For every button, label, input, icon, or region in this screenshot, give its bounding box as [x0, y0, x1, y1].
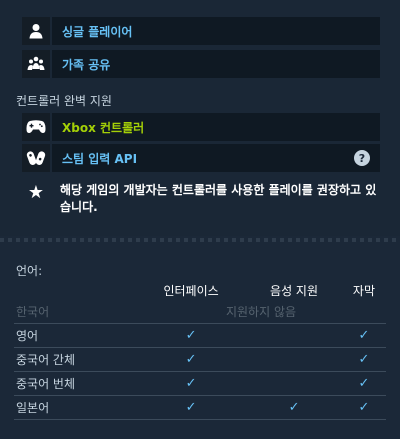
languages-table: 인터페이스 음성 지원 자막 한국어 지원하지 않음 영어 ✓ ✓ 중국어 간체…	[14, 280, 386, 420]
check-icon: ✓	[185, 400, 197, 415]
gamepad-icon	[22, 113, 50, 141]
check-icon: ✓	[358, 376, 370, 391]
feature-xbox-controller[interactable]: Xbox 컨트롤러	[22, 113, 380, 141]
section-divider	[0, 238, 400, 242]
languages-title: 언어:	[16, 264, 43, 278]
header-subtitles: 자막	[352, 283, 375, 298]
check-icon: ✓	[185, 376, 197, 391]
header-audio: 음성 지원	[270, 283, 319, 298]
controller-note-text: 해당 게임의 개발자는 컨트롤러를 사용한 플레이를 권장하고 있습니다.	[60, 183, 377, 214]
language-row: 일본어 ✓ ✓ ✓	[14, 395, 386, 420]
language-row: 영어 ✓ ✓	[14, 323, 386, 348]
language-name: 영어	[14, 323, 136, 348]
single-player-icon	[22, 17, 50, 45]
family-share-icon	[22, 50, 50, 78]
language-row: 한국어 지원하지 않음	[14, 300, 386, 324]
language-name: 한국어	[14, 300, 136, 324]
controller-recommendation: ★ 해당 게임의 개발자는 컨트롤러를 사용한 플레이를 권장하고 있습니다.	[22, 182, 382, 216]
check-icon: ✓	[185, 328, 197, 343]
xbox-controller-label[interactable]: Xbox 컨트롤러	[62, 119, 144, 136]
check-icon: ✓	[288, 400, 300, 415]
check-icon: ✓	[358, 400, 370, 415]
help-icon[interactable]: ?	[354, 150, 370, 166]
language-row: 중국어 번체 ✓ ✓	[14, 371, 386, 396]
language-name: 중국어 간체	[14, 347, 136, 372]
check-icon: ✓	[358, 328, 370, 343]
unsupported-text: 지원하지 않음	[136, 300, 386, 324]
controller-section-title: 컨트롤러 완벽 지원	[16, 94, 112, 108]
joycon-icon	[22, 144, 50, 172]
language-name: 일본어	[14, 395, 136, 420]
feature-steam-input[interactable]: 스팀 입력 API ?	[22, 144, 380, 172]
star-icon: ★	[27, 182, 45, 203]
features-panel: 싱글 플레이어 가족 공유 컨트롤러 완벽 지원 Xbox 컨트롤러 스팀 입력…	[0, 0, 400, 236]
header-interface: 인터페이스	[163, 283, 219, 298]
check-icon: ✓	[358, 352, 370, 367]
family-share-label[interactable]: 가족 공유	[62, 56, 110, 73]
steam-input-label[interactable]: 스팀 입력 API	[62, 150, 137, 167]
language-name: 중국어 번체	[14, 371, 136, 396]
check-icon: ✓	[185, 352, 197, 367]
language-row: 중국어 간체 ✓ ✓	[14, 347, 386, 372]
feature-family-share[interactable]: 가족 공유	[22, 50, 380, 78]
single-player-label[interactable]: 싱글 플레이어	[62, 23, 132, 40]
feature-single-player[interactable]: 싱글 플레이어	[22, 17, 380, 45]
